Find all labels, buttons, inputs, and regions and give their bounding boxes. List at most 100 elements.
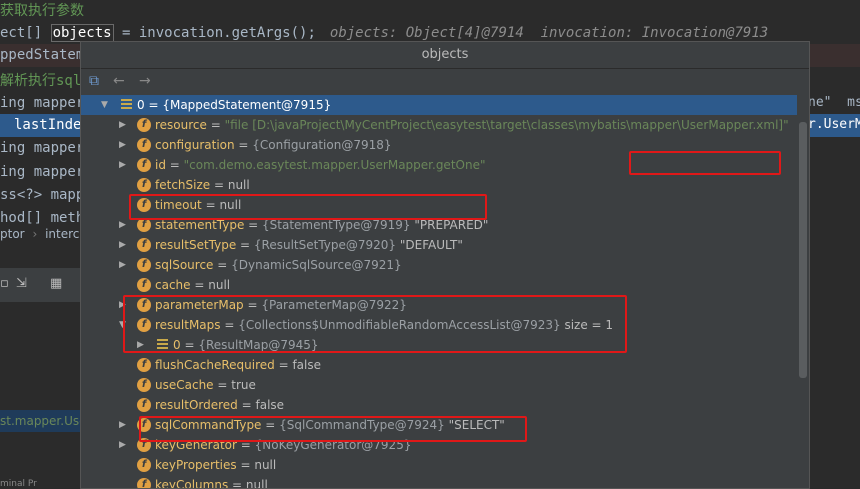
node-name: fetchSize (155, 178, 211, 192)
code-text: lastIndex (14, 117, 90, 133)
code-overflow-text: r.UserM (808, 114, 860, 136)
node-name: keyProperties (155, 458, 237, 472)
code-text: ing mapper (0, 164, 85, 180)
node-name: statementType (155, 218, 245, 232)
node-name: 0 (137, 98, 145, 112)
node-value: {StatementType@7919} (262, 218, 411, 232)
field-icon: f (137, 458, 151, 472)
table-icon[interactable]: ▦ (50, 276, 62, 291)
code-line-comment: 获取执行参数 (0, 0, 860, 23)
comment-text: 获取执行参数 (0, 3, 84, 19)
code-text: ss<?> mapp (0, 187, 85, 203)
variables-tree: ▼ 0 = {MappedStatement@7915} ▶ f resourc… (81, 95, 797, 489)
variable-objects[interactable]: objects (50, 24, 114, 42)
node-value: false (292, 358, 321, 372)
popup-title: objects (81, 42, 809, 69)
node-value: {ResultSetType@7920} (253, 238, 397, 252)
node-name: sqlSource (155, 258, 214, 272)
code-text: ect[] (0, 25, 51, 41)
tree-node[interactable]: f keyColumns = null (81, 475, 797, 489)
code-text: ing mapper (0, 95, 85, 111)
tree-node[interactable]: f resultOrdered = false (81, 395, 797, 415)
node-name: id (155, 158, 166, 172)
field-icon: f (137, 158, 151, 172)
node-name: flushCacheRequired (155, 358, 275, 372)
debug-toolbar: ▫ ⇲ ▦ (0, 268, 80, 302)
frame-item[interactable]: st.mapper.Use (0, 410, 87, 432)
node-value: {Configuration@7918} (252, 138, 392, 152)
bottom-tabs[interactable]: minal Pr (0, 479, 80, 489)
inline-debug-hint: objects: Object[4]@7914 invocation: Invo… (329, 25, 769, 41)
breadcrumb-item[interactable]: interc (45, 227, 79, 241)
annotation-box-id (129, 194, 487, 220)
forward-arrow-icon[interactable]: → (139, 73, 151, 89)
frame-icon[interactable]: ▫ (0, 276, 9, 291)
field-icon: f (137, 398, 151, 412)
node-name: resource (155, 118, 207, 132)
node-value: null (245, 478, 268, 489)
field-icon: f (137, 478, 151, 488)
collapsed-arrow-icon[interactable]: ▶ (119, 115, 126, 135)
node-value: null (208, 278, 231, 292)
objects-inspector-popup: objects ⧉ ← → ▼ 0 = {MappedStatement@791… (80, 41, 810, 489)
code-text: ing mapper (0, 140, 85, 156)
collapsed-arrow-icon[interactable]: ▶ (119, 135, 126, 155)
annotation-box-sql-command (139, 416, 527, 442)
array-icon (121, 99, 132, 110)
annotation-box-resource (629, 151, 781, 175)
chevron-right-icon: › (32, 227, 38, 241)
tree-node[interactable]: f useCache = true (81, 375, 797, 395)
node-name: resultSetType (155, 238, 237, 252)
collapsed-arrow-icon[interactable]: ▶ (119, 435, 126, 455)
hierarchy-icon[interactable]: ⧉ (89, 73, 99, 89)
field-icon: f (137, 238, 151, 252)
step-cursor-icon[interactable]: ⇲ (16, 276, 27, 291)
field-icon: f (137, 138, 151, 152)
collapsed-arrow-icon[interactable]: ▶ (119, 215, 126, 235)
field-icon: f (137, 178, 151, 192)
field-icon: f (137, 378, 151, 392)
code-overflow-text: ne" ms (808, 92, 860, 114)
field-icon: f (137, 278, 151, 292)
node-name: configuration (155, 138, 235, 152)
debug-frames-panel: st.mapper.Use (0, 302, 87, 489)
collapsed-arrow-icon[interactable]: ▶ (119, 255, 126, 275)
field-icon: f (137, 118, 151, 132)
node-extra: "DEFAULT" (399, 238, 463, 252)
tree-node[interactable]: ▼ 0 = {MappedStatement@7915} (81, 95, 797, 115)
node-value: {MappedStatement@7915} (162, 98, 332, 112)
tree-node[interactable]: ▶ f sqlSource = {DynamicSqlSource@7921} (81, 255, 797, 275)
back-arrow-icon[interactable]: ← (113, 73, 125, 89)
code-text: = invocation.getArgs(); (113, 25, 316, 41)
node-value: {DynamicSqlSource@7921} (231, 258, 402, 272)
breadcrumb: ptor › interc (0, 224, 79, 244)
tree-node[interactable]: ▶ f resource = "file [D:\javaProject\MyC… (81, 115, 797, 135)
popup-toolbar: ⧉ ← → (81, 69, 809, 95)
tree-node[interactable]: f flushCacheRequired = false (81, 355, 797, 375)
node-value: false (255, 398, 285, 412)
code-text: ppedStateme (0, 47, 93, 63)
node-value: null (227, 178, 250, 192)
node-name: keyColumns (155, 478, 229, 489)
collapsed-arrow-icon[interactable]: ▶ (119, 155, 126, 175)
tree-node[interactable]: f cache = null (81, 275, 797, 295)
annotation-box-result-maps (123, 295, 627, 353)
comment-text: 解析执行sql (0, 73, 82, 89)
node-name: useCache (155, 378, 214, 392)
breadcrumb-item[interactable]: ptor (0, 227, 25, 241)
field-icon: f (137, 358, 151, 372)
collapsed-arrow-icon[interactable]: ▶ (119, 415, 126, 435)
node-name: cache (155, 278, 191, 292)
popup-scrollbar[interactable] (799, 122, 807, 378)
node-extra: "PREPARED" (414, 218, 489, 232)
tree-node[interactable]: f keyProperties = null (81, 455, 797, 475)
node-value: "file [D:\javaProject\MyCentProject\easy… (224, 118, 789, 132)
expand-arrow-icon[interactable]: ▼ (101, 95, 108, 115)
collapsed-arrow-icon[interactable]: ▶ (119, 235, 126, 255)
node-value: true (231, 378, 256, 392)
tree-node[interactable]: ▶ f resultSetType = {ResultSetType@7920}… (81, 235, 797, 255)
tree-node[interactable]: f fetchSize = null (81, 175, 797, 195)
node-value: "com.demo.easytest.mapper.UserMapper.get… (183, 158, 486, 172)
field-icon: f (137, 218, 151, 232)
node-name: resultOrdered (155, 398, 238, 412)
